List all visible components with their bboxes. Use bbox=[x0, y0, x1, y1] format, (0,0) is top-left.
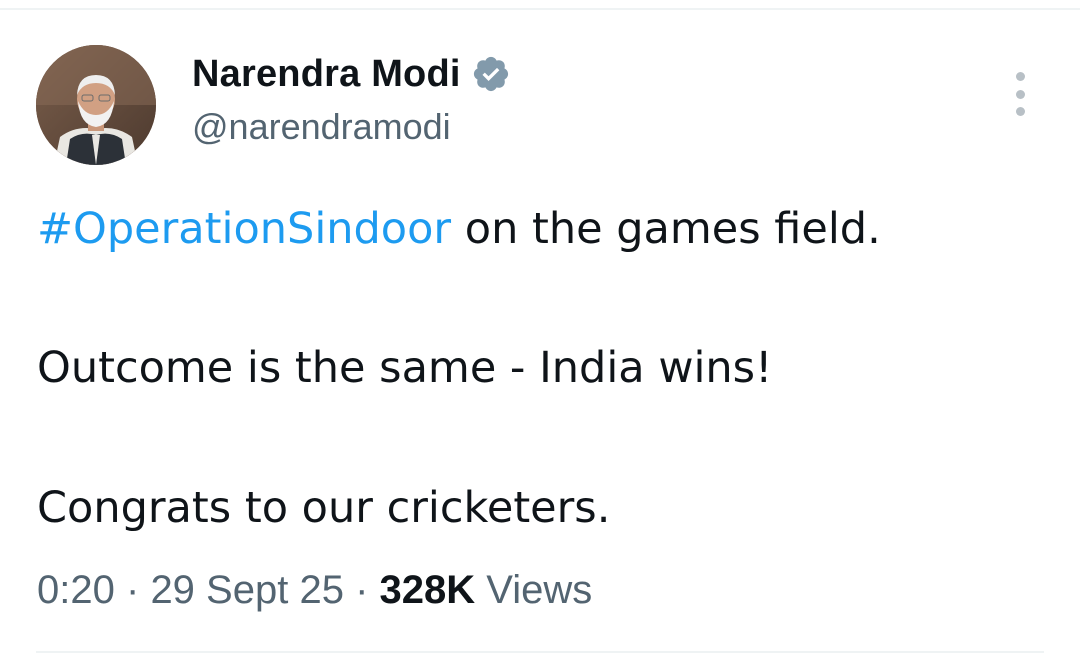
tweet-date[interactable]: 29 Sept 25 bbox=[150, 568, 344, 612]
verified-badge-icon bbox=[471, 54, 511, 94]
avatar-image bbox=[36, 45, 156, 165]
more-vertical-icon-dot bbox=[1015, 89, 1025, 99]
tweet-text-line-2: Outcome is the same - India wins! bbox=[37, 343, 773, 393]
more-vertical-icon-dot bbox=[1015, 107, 1025, 116]
author-name-row[interactable]: Narendra Modi bbox=[192, 50, 511, 98]
avatar[interactable] bbox=[36, 45, 156, 165]
views-label[interactable]: Views bbox=[486, 568, 592, 612]
hashtag-link[interactable]: #OperationSindoor bbox=[37, 204, 451, 254]
views-count[interactable]: 328K bbox=[380, 568, 476, 612]
tweet-text-line-1: #OperationSindoor on the games field. bbox=[37, 199, 881, 259]
more-options-button[interactable] bbox=[1000, 70, 1040, 118]
meta-separator: · bbox=[355, 568, 369, 612]
author-handle[interactable]: @narendramodi bbox=[192, 106, 451, 148]
tweet-text-line-1-rest: on the games field. bbox=[451, 204, 881, 254]
meta-separator: · bbox=[125, 568, 140, 612]
author-display-name[interactable]: Narendra Modi bbox=[192, 53, 461, 96]
tweet-meta: 0:20 · 29 Sept 25 · 328K Views bbox=[37, 566, 592, 614]
bottom-divider bbox=[36, 651, 1044, 653]
top-divider bbox=[0, 8, 1080, 10]
more-vertical-icon bbox=[1015, 72, 1025, 81]
tweet-text-line-3: Congrats to our cricketers. bbox=[37, 483, 611, 533]
tweet-time[interactable]: 0:20 bbox=[37, 568, 115, 612]
